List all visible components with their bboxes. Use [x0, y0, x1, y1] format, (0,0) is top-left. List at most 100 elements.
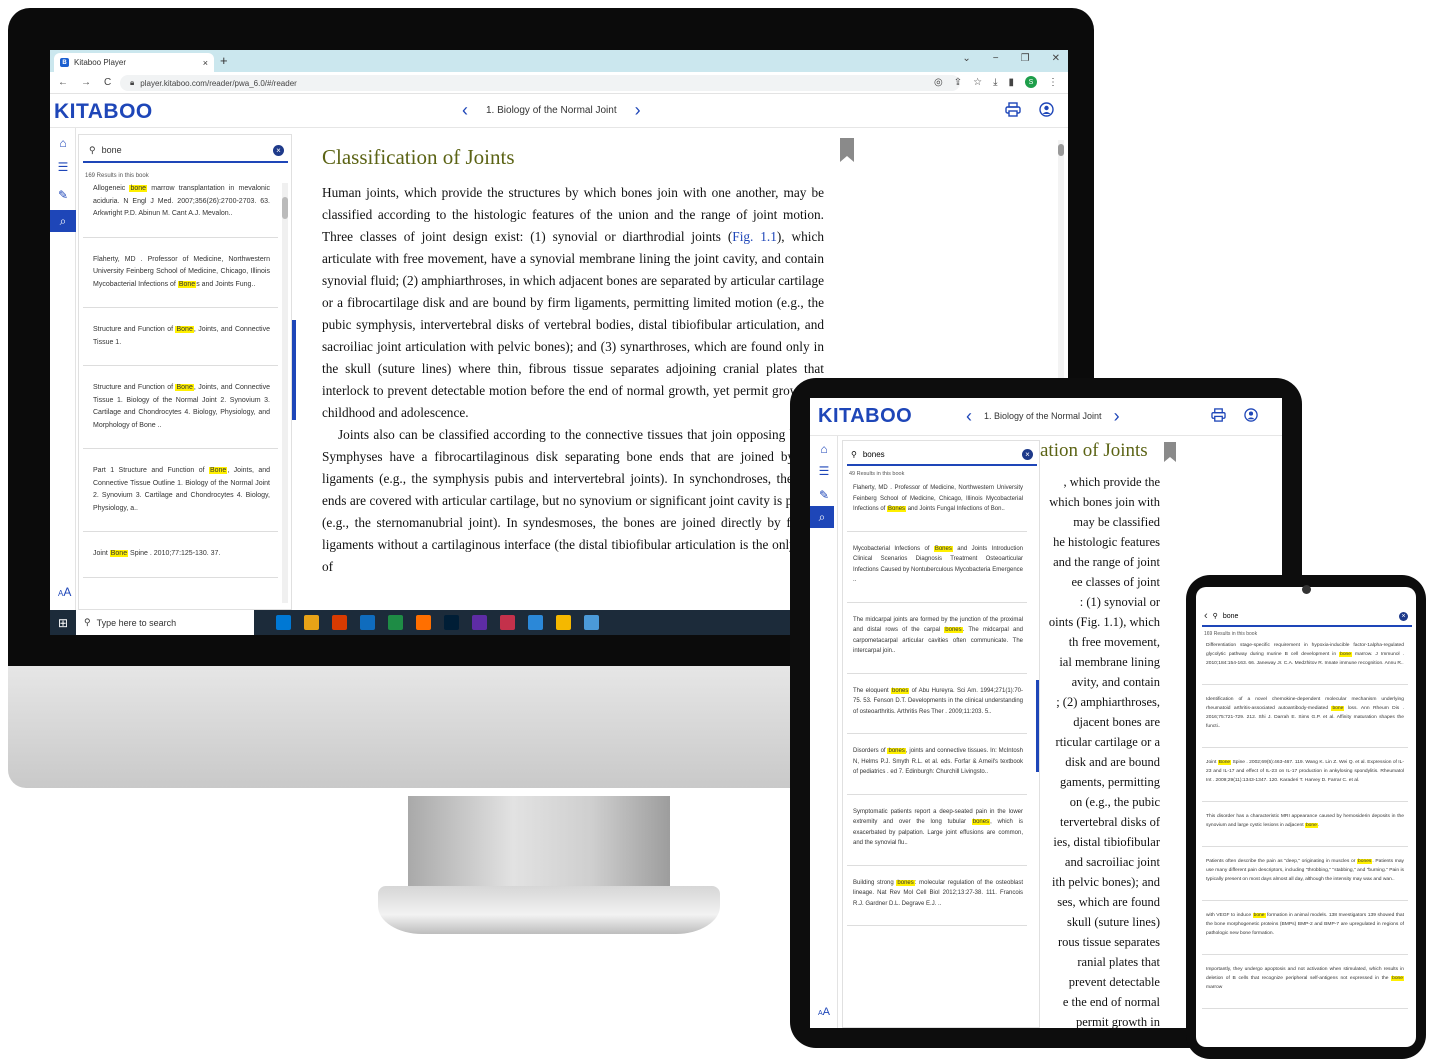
panel-resize-handle[interactable] — [292, 320, 296, 420]
taskbar-app-icon[interactable] — [276, 615, 291, 630]
home-icon[interactable]: ⌂ — [810, 438, 838, 460]
tab-close-icon[interactable]: × — [203, 58, 208, 68]
table-of-contents-icon[interactable]: ☰ — [50, 156, 76, 178]
next-chapter-icon[interactable]: › — [635, 101, 641, 119]
sidebar-icon[interactable]: ▮ — [1008, 77, 1014, 88]
notes-icon[interactable]: ✎ — [810, 484, 838, 506]
panel-resize-handle[interactable] — [1036, 680, 1039, 772]
search-result-item[interactable]: with VEGF to induce bone formation in an… — [1202, 911, 1408, 955]
next-chapter-icon[interactable]: › — [1114, 407, 1120, 425]
chapter-title[interactable]: 1. Biology of the Normal Joint — [486, 105, 617, 116]
bookmark-star-icon[interactable]: ☆ — [973, 77, 982, 88]
reader-text-line: ; (2) amphiarthroses, — [1056, 695, 1160, 709]
front-camera — [1302, 585, 1311, 594]
reader-text-line: ses, which are found — [1057, 895, 1160, 909]
search-scrollbar[interactable] — [282, 183, 288, 603]
search-result-item[interactable]: Structure and Function of Bone, Joints, … — [83, 382, 278, 449]
phone-screen: ‹ ⚲ bone × 169 Results in this book Diff… — [1196, 587, 1416, 1047]
tablet-search-input[interactable]: ⚲ bones × — [847, 444, 1037, 466]
user-profile-icon[interactable] — [1039, 102, 1054, 121]
search-result-item[interactable]: Disorders of bones, joints and connectiv… — [847, 746, 1027, 795]
reader-text-line: may be classified — [1073, 515, 1160, 529]
clear-search-icon[interactable]: × — [1399, 611, 1408, 621]
font-size-icon[interactable]: AA — [58, 585, 71, 599]
search-icon[interactable]: ⌕ — [810, 506, 834, 528]
phone-result-count: 169 Results in this book — [1204, 631, 1258, 637]
printer-icon[interactable] — [1005, 102, 1021, 121]
search-result-item[interactable]: This disorder has a characteristic MRI a… — [1202, 812, 1408, 847]
taskbar-app-icon[interactable] — [304, 615, 319, 630]
tab-search-icon[interactable]: ⌄ — [962, 53, 970, 64]
reload-button[interactable]: C — [104, 77, 111, 88]
back-chevron-icon[interactable]: ‹ — [1204, 610, 1208, 622]
back-button[interactable]: ← — [58, 77, 68, 88]
taskbar-app-icon[interactable] — [556, 615, 571, 630]
taskbar-search-box[interactable]: ⚲ Type here to search — [76, 610, 254, 635]
table-of-contents-icon[interactable]: ☰ — [810, 460, 838, 482]
minimize-button[interactable]: − — [993, 53, 999, 64]
bookmark-ribbon-icon[interactable] — [1164, 442, 1176, 462]
search-result-item[interactable]: Flaherty, MD . Professor of Medicine, No… — [83, 254, 278, 308]
taskbar-app-icon[interactable] — [332, 615, 347, 630]
user-profile-icon[interactable] — [1244, 408, 1258, 425]
search-result-item[interactable]: Structure and Function of Bone, Joints, … — [83, 324, 278, 366]
forward-button[interactable]: → — [81, 77, 91, 88]
reader-text-line: tervertebral disks of — [1060, 815, 1160, 829]
maximize-button[interactable]: ❐ — [1021, 53, 1030, 64]
browser-menu-icon[interactable]: ⋮ — [1048, 77, 1058, 88]
browser-address-bar: ← → C 🔒︎ player.kitaboo.com/reader/pwa_6… — [50, 72, 1068, 94]
home-icon[interactable]: ⌂ — [50, 132, 76, 154]
taskbar-app-icon[interactable] — [388, 615, 403, 630]
search-result-item[interactable]: Building strong bones: molecular regulat… — [847, 878, 1027, 926]
search-result-item[interactable]: Identification of a novel chemokine-depe… — [1202, 695, 1408, 748]
search-icon[interactable]: ⌕ — [50, 210, 76, 232]
search-result-item[interactable]: Joint Bone Spine . 2002;69(5):463-467. 1… — [1202, 758, 1408, 802]
search-result-item[interactable]: The eloquent bones of Abu Hureyra. Sci A… — [847, 686, 1027, 734]
taskbar-app-icon[interactable] — [528, 615, 543, 630]
kitaboo-logo: KITABOO — [818, 405, 913, 427]
search-result-item[interactable]: Patients often describe the pain as "dee… — [1202, 857, 1408, 901]
taskbar-app-icon[interactable] — [444, 615, 459, 630]
browser-tab[interactable]: B Kitaboo Player × — [54, 53, 214, 72]
search-result-item[interactable]: Part 1 Structure and Function of Bone, J… — [83, 465, 278, 532]
taskbar-app-icon[interactable] — [416, 615, 431, 630]
taskbar-app-icon[interactable] — [360, 615, 375, 630]
phone-search-input[interactable]: ‹ ⚲ bone × — [1202, 607, 1412, 627]
share-icon[interactable]: ⇪ — [954, 77, 962, 88]
prev-chapter-icon[interactable]: ‹ — [462, 101, 468, 119]
figure-link[interactable]: Fig. 1.1 — [732, 229, 777, 244]
search-result-item[interactable]: Symptomatic patients report a deep-seate… — [847, 807, 1027, 866]
browser-toolbar-icons: ◎ ⇪ ☆ ⤓ ▮ S ⋮ — [934, 76, 1058, 88]
search-result-item[interactable]: Joint Bone Spine . 2010;77:125-130. 37. — [83, 548, 278, 578]
tablet-chapter-title[interactable]: 1. Biology of the Normal Joint — [984, 411, 1102, 421]
search-input[interactable]: ⚲ bone × — [83, 139, 288, 163]
notes-icon[interactable]: ✎ — [50, 184, 76, 206]
clear-search-icon[interactable]: × — [1022, 448, 1033, 460]
prev-chapter-icon[interactable]: ‹ — [966, 407, 972, 425]
close-window-button[interactable]: ✕ — [1052, 53, 1060, 64]
download-icon[interactable]: ⤓ — [993, 77, 997, 88]
search-result-item[interactable]: Importantly, they undergo apoptosis and … — [1202, 965, 1408, 1009]
windows-start-icon[interactable]: ⊞ — [50, 616, 76, 630]
reader-text-line: ee classes of joint — [1071, 575, 1160, 589]
clear-search-icon[interactable]: × — [273, 144, 284, 156]
printer-icon[interactable] — [1211, 408, 1226, 425]
reader-text-line: ies, distal tibiofibular — [1053, 835, 1160, 849]
search-result-item[interactable]: Allogeneic bone marrow transplantation i… — [83, 183, 278, 238]
search-scrollbar-thumb[interactable] — [282, 197, 288, 219]
font-size-icon[interactable]: AA — [818, 1006, 830, 1018]
new-tab-button[interactable]: + — [220, 53, 228, 68]
url-input[interactable]: 🔒︎ player.kitaboo.com/reader/pwa_6.0/#/r… — [120, 75, 960, 91]
search-magnifier-icon: ⚲ — [89, 144, 96, 155]
taskbar-app-icon[interactable] — [500, 615, 515, 630]
browser-profile-avatar[interactable]: S — [1025, 76, 1037, 88]
taskbar-app-icon[interactable] — [584, 615, 599, 630]
search-result-item[interactable]: Differentiation stage-specific requireme… — [1202, 641, 1408, 685]
search-result-item[interactable]: Mycobacterial Infections of Bones and Jo… — [847, 544, 1027, 603]
reader-scrollbar-thumb[interactable] — [1058, 144, 1064, 156]
taskbar-app-icon[interactable] — [472, 615, 487, 630]
search-result-item[interactable]: Flaherty, MD . Professor of Medicine, No… — [847, 483, 1027, 532]
bookmark-ribbon-icon[interactable] — [840, 138, 854, 162]
google-lens-icon[interactable]: ◎ — [934, 77, 943, 88]
search-result-item[interactable]: The midcarpal joints are formed by the j… — [847, 615, 1027, 674]
